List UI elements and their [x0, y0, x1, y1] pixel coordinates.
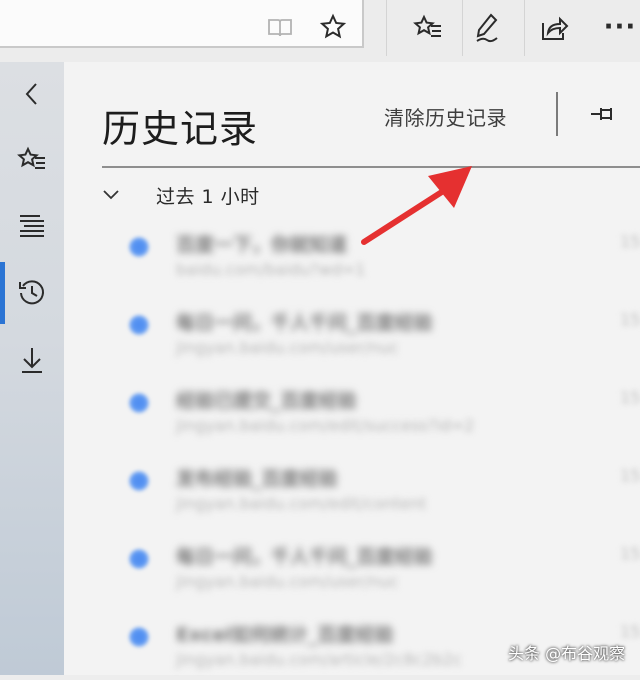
entry-time: 15:23 — [620, 466, 640, 485]
toolbar-divider — [462, 0, 463, 56]
toolbar-divider — [386, 0, 387, 56]
entry-url: jingyan.baidu.com/user/nuc — [176, 338, 399, 357]
favorites-icon — [17, 146, 45, 169]
header-divider-line — [102, 166, 640, 168]
entry-title: 发布经验_百度经验 — [176, 468, 338, 490]
reading-list-icon — [20, 215, 44, 237]
entry-time: 15:02 — [620, 232, 640, 251]
entry-url: jingyan.baidu.com/user/nuc — [176, 572, 399, 591]
pin-icon — [591, 108, 612, 120]
hub-sidebar — [0, 62, 64, 675]
share-icon[interactable] — [536, 10, 572, 46]
downloads-icon — [22, 348, 42, 373]
sidebar-item-reading-list[interactable] — [0, 198, 64, 254]
site-favicon-icon — [128, 548, 150, 570]
entry-url: jingyan.baidu.com/article/2c8c2b2c — [176, 650, 462, 669]
group-collapse-button[interactable] — [100, 184, 122, 206]
clear-history-button[interactable]: 清除历史记录 — [384, 102, 507, 131]
group-label: 过去 1 小时 — [156, 186, 260, 208]
pin-button[interactable] — [586, 100, 622, 128]
entry-time: 15:35 — [620, 388, 640, 407]
history-entry[interactable]: 每日一问，千人千问_百度经验 jingyan.baidu.com/user/nuc… — [114, 304, 640, 368]
entry-title: 每日一问，千人千问_百度经验 — [176, 546, 433, 568]
site-favicon-icon — [128, 236, 150, 258]
address-bar[interactable] — [0, 0, 364, 48]
site-favicon-icon — [128, 626, 150, 648]
header-divider — [556, 92, 558, 136]
entry-title: 百度一下，你就知道 — [176, 234, 348, 256]
site-favicon-icon — [128, 314, 150, 336]
favorites-hub-icon[interactable] — [410, 10, 446, 46]
entry-time: 15:22 — [620, 544, 640, 563]
watermark: 头条 @布谷观察 — [508, 644, 626, 663]
history-entry[interactable]: 经验已提交_百度经验 jingyan.baidu.com/edit/success… — [114, 382, 640, 446]
entry-title: 每日一问，千人千问_百度经验 — [176, 312, 433, 334]
sidebar-item-favorites[interactable] — [0, 132, 64, 188]
more-icon[interactable]: ··· — [600, 12, 640, 42]
entry-url: jingyan.baidu.com/edit/success?id=2 — [176, 416, 475, 435]
browser-toolbar: ··· — [0, 0, 640, 62]
entry-title: 经验已提交_百度经验 — [176, 390, 357, 412]
page-title: 历史记录 — [102, 107, 259, 151]
history-entry[interactable]: 百度一下，你就知道 baidu.com/baidu?wd=1 15:02 — [114, 226, 640, 290]
more-label: ··· — [603, 12, 637, 42]
entry-url: jingyan.baidu.com/edit/content — [176, 494, 427, 513]
sidebar-collapse-button[interactable] — [0, 66, 64, 122]
web-note-pen-icon[interactable] — [470, 10, 506, 46]
chevron-down-icon — [103, 190, 119, 200]
toolbar-divider — [524, 0, 525, 56]
sidebar-item-downloads[interactable] — [0, 332, 64, 388]
entry-title: Excel如何统计_百度经验 — [176, 624, 394, 646]
history-entry[interactable]: 每日一问，千人千问_百度经验 jingyan.baidu.com/user/nuc… — [114, 538, 640, 602]
site-favicon-icon — [128, 470, 150, 492]
entry-url: baidu.com/baidu?wd=1 — [176, 260, 366, 279]
history-panel: 历史记录 清除历史记录 过去 1 小时 百度一下，你就知道 baidu.com/b… — [64, 62, 640, 675]
entry-time: 15:20 — [620, 622, 640, 641]
history-entry[interactable]: 发布经验_百度经验 jingyan.baidu.com/edit/content 1… — [114, 460, 640, 524]
sidebar-item-history[interactable] — [0, 264, 64, 320]
back-chevron-icon — [25, 83, 37, 105]
favorite-star-icon[interactable] — [316, 10, 350, 44]
site-favicon-icon — [128, 392, 150, 414]
history-icon — [19, 280, 44, 305]
entry-time: 15:36 — [620, 310, 640, 329]
reading-view-icon[interactable] — [264, 14, 296, 42]
